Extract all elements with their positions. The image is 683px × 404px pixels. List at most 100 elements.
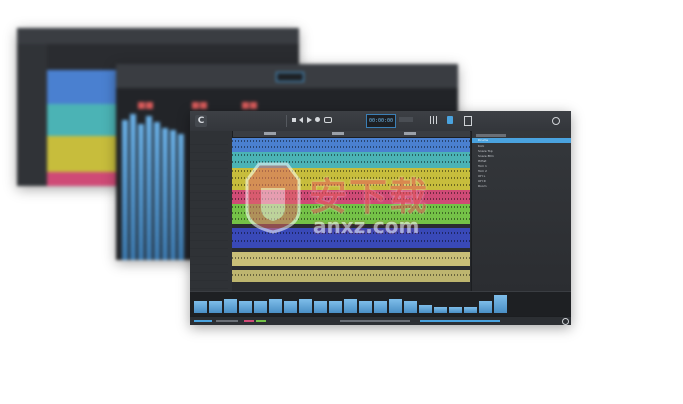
track-header[interactable] (190, 233, 228, 241)
record-icon[interactable] (315, 117, 320, 122)
peak-indicator (200, 102, 207, 109)
track-header[interactable] (190, 185, 228, 193)
browser-header (476, 134, 506, 137)
track-header[interactable] (190, 137, 228, 145)
status-segment (194, 320, 212, 322)
status-segment (244, 320, 254, 322)
channel-meter (138, 124, 144, 260)
browser-item[interactable]: Drums (478, 138, 488, 142)
browser-item[interactable]: Room (478, 184, 487, 188)
loop-region[interactable] (264, 132, 276, 135)
channel-meter (389, 299, 402, 313)
mixer-meter-bar (190, 291, 571, 316)
track-header[interactable] (190, 225, 228, 233)
shield-logo-icon (245, 162, 301, 234)
channel-meter (434, 307, 447, 313)
settings-icon[interactable] (552, 117, 560, 125)
status-segment (256, 320, 266, 322)
browser-item[interactable]: Tom 2 (478, 169, 487, 173)
channel-meter (374, 301, 387, 313)
track-lane-sand[interactable] (232, 252, 470, 266)
app-logo-glyph: C (197, 116, 205, 126)
browser-panel: Drums Kick Snare Top Snare Btm HiHat Tom… (471, 131, 571, 291)
browser-item[interactable]: Kick (478, 144, 484, 148)
status-segment (216, 320, 238, 322)
toolbar-divider (286, 115, 287, 127)
channel-meter (314, 301, 327, 313)
track-header[interactable] (190, 193, 228, 201)
channel-meter (130, 114, 136, 260)
channel-meter (419, 305, 432, 313)
rewind-icon[interactable] (299, 117, 303, 123)
mixer-icon[interactable] (430, 116, 437, 124)
track-header[interactable] (190, 257, 228, 265)
track-header[interactable] (190, 161, 228, 169)
watermark-latin-text: anxz.com (313, 214, 420, 238)
channel-meter (284, 301, 297, 313)
browser-item[interactable]: OH R (478, 179, 486, 183)
channel-meter (224, 299, 237, 313)
watermark-chinese-text: 安下载 (309, 175, 430, 219)
track-header[interactable] (190, 265, 228, 273)
track-header[interactable] (190, 241, 228, 249)
track-header[interactable] (190, 273, 228, 281)
peak-indicator (192, 102, 199, 109)
timeline-ruler[interactable] (232, 131, 470, 138)
channel-meter (479, 301, 492, 313)
channel-meter (162, 128, 168, 260)
back-toolbar (17, 28, 299, 44)
channel-meter (329, 301, 342, 313)
track-header[interactable] (190, 217, 228, 225)
edit-icon[interactable] (464, 116, 472, 126)
peak-indicator (146, 102, 153, 109)
tempo-readout[interactable] (399, 117, 413, 122)
track-lane-gap (232, 282, 470, 291)
peak-indicator (138, 102, 145, 109)
channel-meter (449, 307, 462, 313)
stop-icon[interactable] (292, 118, 296, 122)
channel-meter (209, 301, 222, 313)
loop-region[interactable] (332, 132, 344, 135)
status-segment (340, 320, 410, 322)
loop-icon[interactable] (324, 117, 332, 123)
track-header-column (190, 131, 233, 291)
browser-item[interactable]: OH L (478, 174, 485, 178)
peak-indicator (242, 102, 249, 109)
browser-toggle-icon[interactable] (447, 116, 453, 124)
track-header[interactable] (190, 209, 228, 217)
middle-timecode-display (276, 72, 304, 82)
channel-meter (404, 301, 417, 313)
channel-meter (239, 301, 252, 313)
track-lane-sand[interactable] (232, 270, 470, 282)
track-header[interactable] (190, 281, 228, 289)
track-header[interactable] (190, 145, 228, 153)
watermark: 安下载 anxz.com (237, 158, 457, 248)
timecode-display[interactable]: 00:00:00 (366, 114, 396, 128)
browser-item[interactable]: Snare Top (478, 149, 493, 153)
help-icon[interactable] (562, 318, 569, 325)
track-lane-blue[interactable] (232, 138, 470, 152)
status-segment (420, 320, 500, 322)
play-icon[interactable] (307, 117, 312, 123)
loop-region[interactable] (404, 132, 416, 135)
app-logo-icon[interactable]: C (195, 115, 207, 127)
browser-item[interactable]: Tom 1 (478, 164, 487, 168)
track-header[interactable] (190, 169, 228, 177)
channel-meter (154, 122, 160, 260)
browser-list: Drums Kick Snare Top Snare Btm HiHat Tom… (472, 138, 571, 218)
channel-meter (146, 116, 152, 260)
track-header[interactable] (190, 201, 228, 209)
browser-item[interactable]: HiHat (478, 159, 486, 163)
track-header[interactable] (190, 177, 228, 185)
timecode-value: 00:00:00 (368, 118, 394, 124)
channel-meter (194, 301, 207, 313)
peak-indicator (250, 102, 257, 109)
track-header[interactable] (190, 249, 228, 257)
channel-meter (269, 299, 282, 313)
browser-item[interactable]: Snare Btm (478, 154, 494, 158)
channel-meter (464, 307, 477, 313)
channel-meter (122, 120, 128, 260)
channel-meter (494, 295, 507, 313)
channel-meter (170, 130, 176, 260)
track-header[interactable] (190, 153, 228, 161)
